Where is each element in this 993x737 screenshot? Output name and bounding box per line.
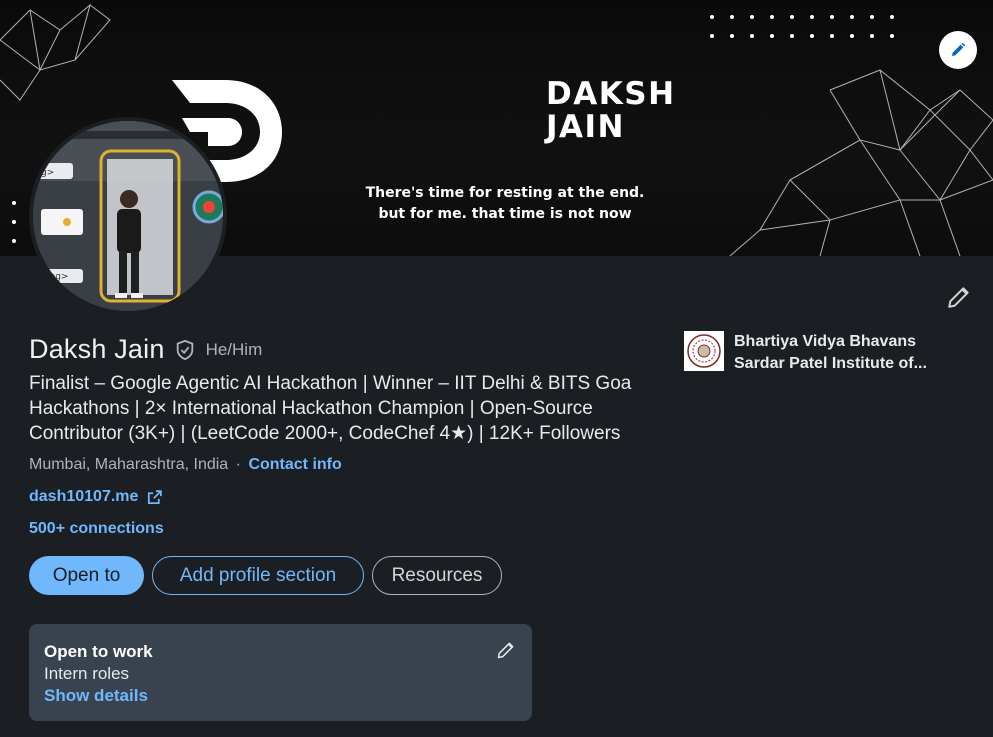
website-text: dash10107.me <box>29 488 139 505</box>
school-seal-icon <box>687 334 721 368</box>
shield-check-icon <box>176 339 193 360</box>
separator: · <box>235 456 241 473</box>
pronouns: He/Him <box>205 339 263 359</box>
location-row: Mumbai, Maharashtra, India · Contact inf… <box>29 456 342 474</box>
school-logo <box>684 331 724 371</box>
school-name-line1: Bhartiya Vidya Bhavans <box>734 333 917 350</box>
external-link-icon <box>146 489 163 506</box>
svg-text:g>: g> <box>41 168 54 178</box>
location: Mumbai, Maharashtra, India <box>29 456 229 473</box>
pencil-icon <box>952 42 966 56</box>
profile-headline: Finalist – Google Agentic AI Hackathon |… <box>29 373 632 444</box>
connections-link[interactable]: 500+ connections <box>29 520 164 538</box>
website-link[interactable]: dash10107.me <box>29 488 163 506</box>
profile-name: Daksh Jain <box>29 334 165 364</box>
show-details-link[interactable]: Show details <box>44 686 148 706</box>
open-to-work-title: Open to work <box>44 642 153 661</box>
banner-tagline: There's time for resting at the end. but… <box>365 185 645 222</box>
pencil-icon <box>948 287 969 308</box>
edit-intro-button[interactable] <box>942 280 976 314</box>
pencil-icon <box>497 642 514 659</box>
add-profile-section-button[interactable]: Add profile section <box>152 556 364 595</box>
resources-button[interactable]: Resources <box>372 556 502 595</box>
verified-badge[interactable] <box>173 338 197 362</box>
name-row: Daksh Jain He/Him <box>29 334 262 365</box>
edit-banner-button[interactable] <box>939 31 977 69</box>
profile-photo[interactable]: g> ing> <box>29 117 227 315</box>
open-to-work-roles: Intern roles <box>44 664 130 683</box>
banner-title: DAKSH JAIN <box>546 76 676 145</box>
svg-text:ing>: ing> <box>47 272 68 282</box>
edit-open-to-work-button[interactable] <box>494 638 518 662</box>
open-to-button[interactable]: Open to <box>29 556 144 595</box>
school-name: Bhartiya Vidya Bhavans Sardar Patel Inst… <box>734 331 954 375</box>
contact-info-link[interactable]: Contact info <box>248 456 341 473</box>
school-name-line2: Sardar Patel Institute of... <box>734 355 927 372</box>
profile-actions: Open to Add profile section Resources <box>29 556 502 595</box>
open-to-work-card: Open to work Intern roles Show details <box>29 624 532 721</box>
avatar-image: g> ing> <box>33 121 223 311</box>
education-link[interactable]: Bhartiya Vidya Bhavans Sardar Patel Inst… <box>684 331 954 375</box>
